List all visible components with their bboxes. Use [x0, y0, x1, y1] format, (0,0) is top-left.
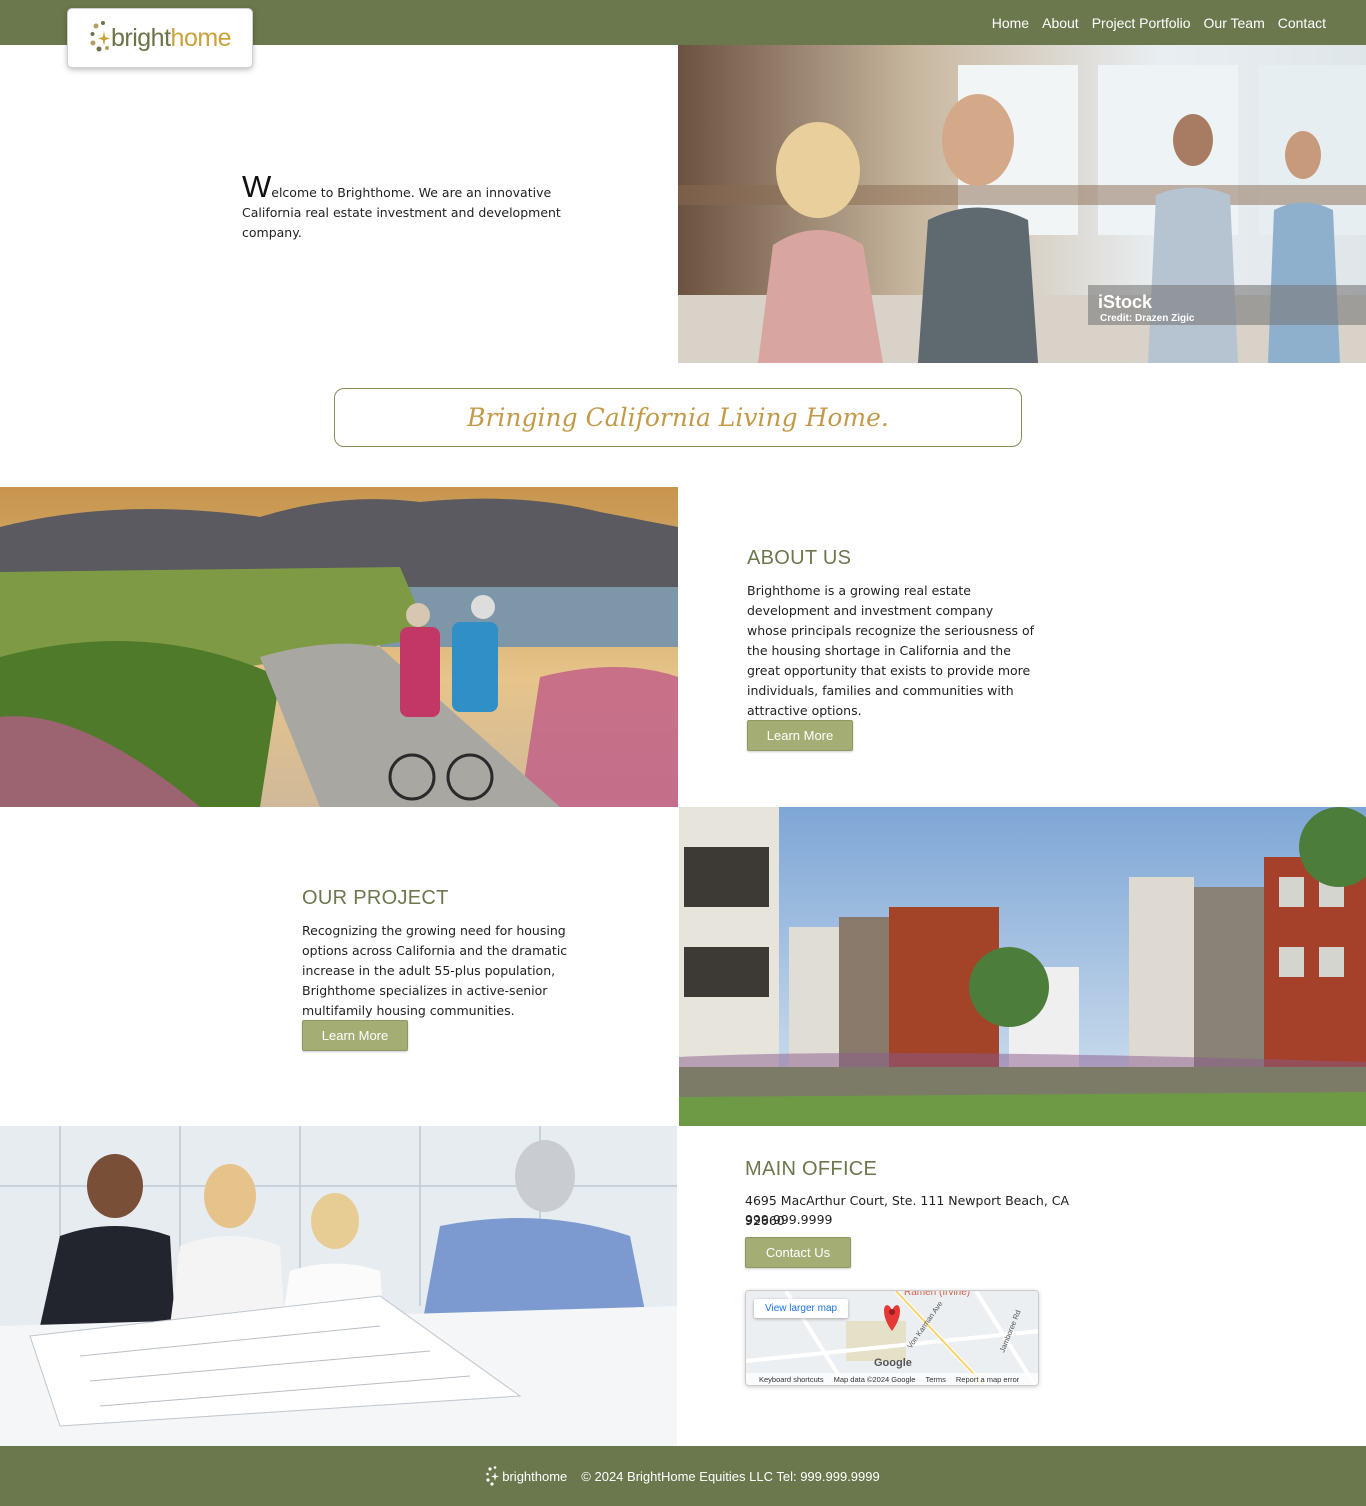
team-meeting-image — [0, 1126, 677, 1446]
tagline-text: Bringing California Living Home. — [467, 403, 889, 432]
nav-home[interactable]: Home — [992, 15, 1029, 31]
project-title: OUR PROJECT — [302, 887, 449, 909]
view-larger-map-link[interactable]: View larger map — [754, 1299, 849, 1318]
footer-logo-text: brighthome — [502, 1468, 568, 1484]
project-learn-more-button[interactable]: Learn More — [302, 1020, 408, 1051]
hero-family-kitchen-image: iStock Credit: Drazen Zigic — [678, 45, 1366, 363]
contact-us-button[interactable]: Contact Us — [745, 1237, 851, 1268]
logo-text-bright: bright — [111, 23, 171, 52]
project-body: Recognizing the growing need for housing… — [302, 923, 568, 1018]
office-title: MAIN OFFICE — [745, 1158, 878, 1180]
footer-sparkle-icon — [486, 1466, 500, 1486]
welcome-text: Welcome to Brighthome. We are an innovat… — [242, 169, 602, 243]
welcome-dropcap: W — [242, 169, 272, 204]
terms-link[interactable]: Terms — [925, 1375, 945, 1384]
istock-watermark: iStock — [1098, 292, 1153, 312]
map-attribution-bar: Keyboard shortcuts Map data ©2024 Google… — [746, 1373, 1038, 1385]
nav-project-portfolio[interactable]: Project Portfolio — [1092, 15, 1191, 31]
footer-copyright: © 2024 BrightHome Equities LLC Tel: 999.… — [581, 1468, 880, 1484]
nav-contact[interactable]: Contact — [1278, 15, 1326, 31]
image-credit: Credit: Drazen Zigic — [1100, 313, 1195, 324]
google-logo: Google — [874, 1357, 912, 1369]
tagline-banner: Bringing California Living Home. — [334, 388, 1022, 447]
footer-logo[interactable]: brighthome — [486, 1465, 567, 1487]
nav-our-team[interactable]: Our Team — [1204, 15, 1265, 31]
multifamily-housing-rendering-image — [679, 807, 1366, 1126]
sparkle-logo-icon — [90, 21, 110, 52]
office-phone: 999.999.9999 — [745, 1212, 833, 1227]
welcome-body: elcome to Brighthome. We are an innovati… — [242, 185, 561, 240]
map-data-label: Map data ©2024 Google — [833, 1374, 916, 1384]
report-map-error-link[interactable]: Report a map error — [956, 1375, 1019, 1384]
about-title: ABOUT US — [747, 547, 852, 569]
nav-about[interactable]: About — [1042, 15, 1079, 31]
office-map[interactable]: Von Karman Ave Jamboree Rd Ramen (Irvine… — [745, 1290, 1039, 1386]
site-footer: brighthome © 2024 BrightHome Equities LL… — [0, 1446, 1366, 1506]
map-poi-label: Ramen (Irvine) — [904, 1290, 971, 1298]
keyboard-shortcuts-link[interactable]: Keyboard shortcuts — [759, 1375, 824, 1384]
about-learn-more-button[interactable]: Learn More — [747, 720, 853, 751]
coastal-cyclists-image — [0, 487, 678, 807]
brighthome-logo[interactable]: brighthome — [67, 8, 253, 68]
about-body: Brighthome is a growing real estate deve… — [747, 583, 1035, 718]
logo-text-home: home — [170, 23, 232, 52]
main-nav: Home About Project Portfolio Our Team Co… — [992, 0, 1326, 45]
